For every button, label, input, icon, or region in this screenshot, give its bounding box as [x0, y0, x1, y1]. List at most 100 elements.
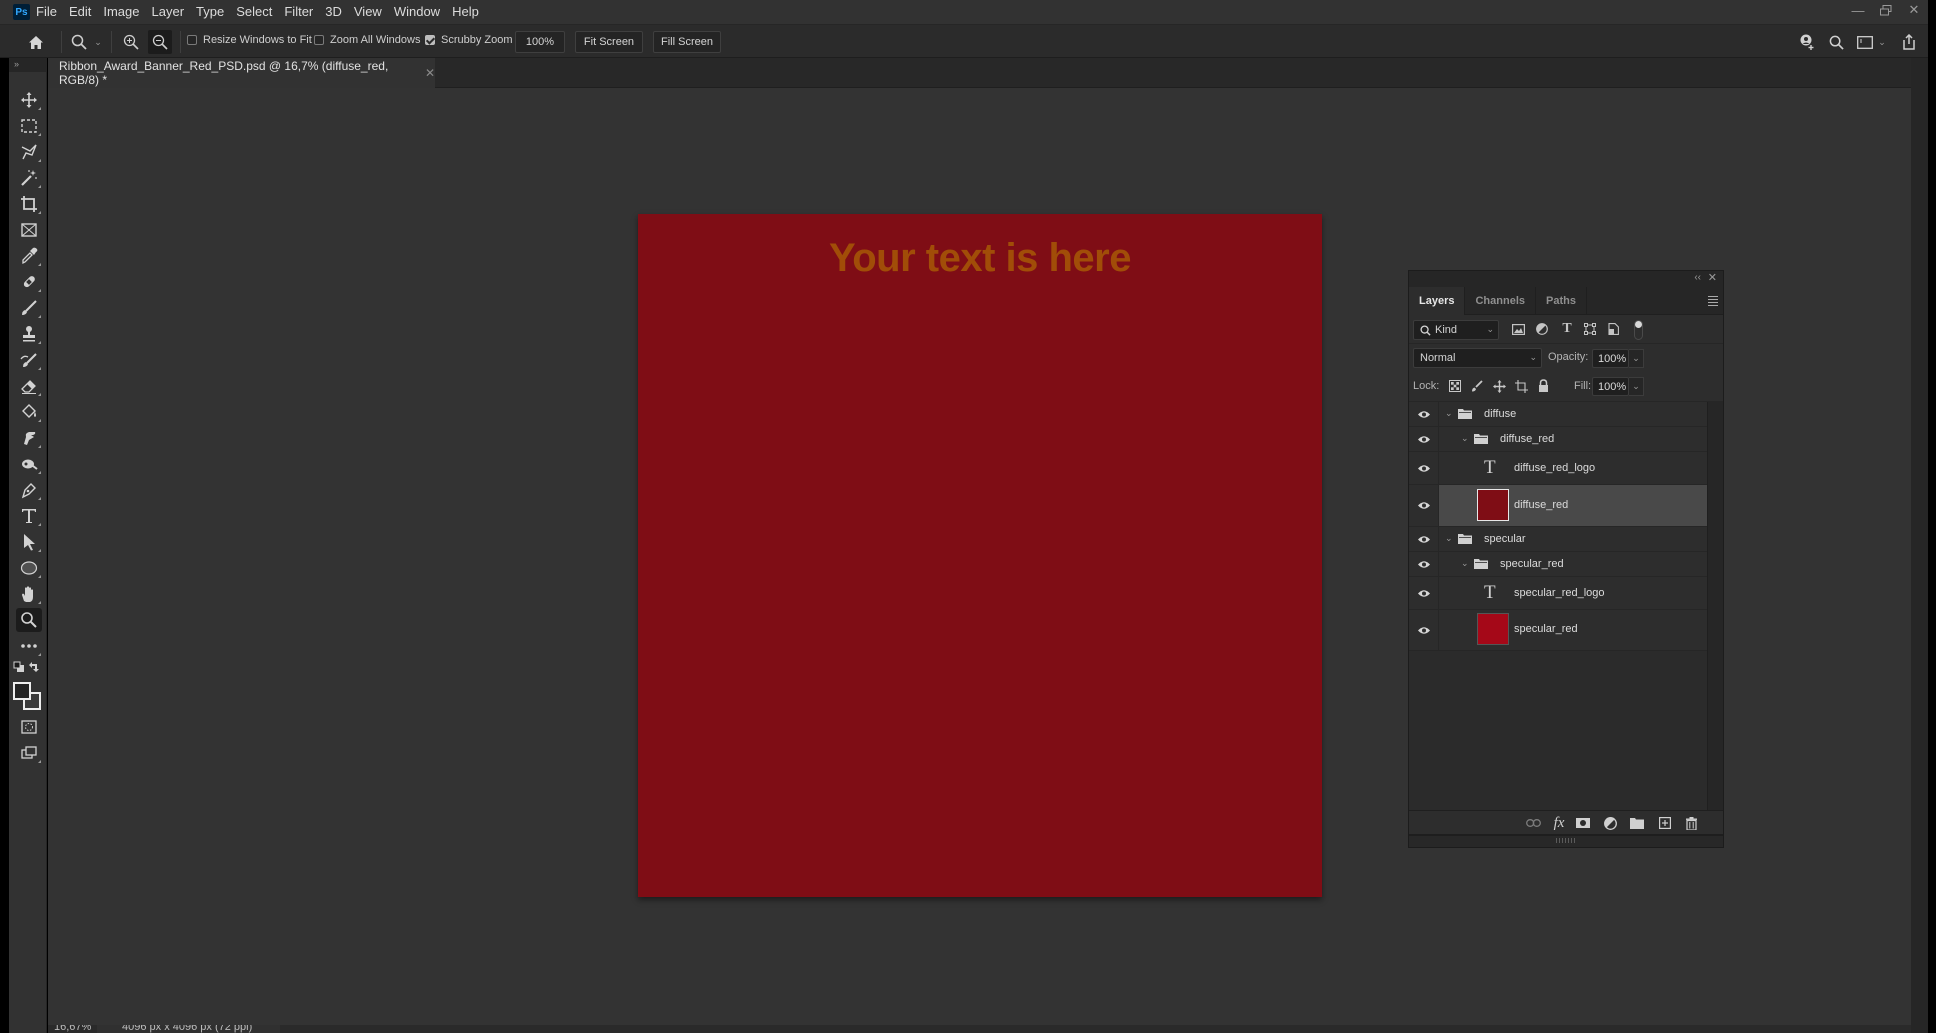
layer-row-pixel[interactable]: specular_red — [1409, 610, 1707, 651]
type-tool-icon[interactable] — [16, 504, 42, 528]
visibility-eye-icon[interactable] — [1409, 402, 1439, 426]
pen-icon[interactable] — [16, 478, 42, 502]
zoom-out-icon[interactable] — [148, 30, 172, 54]
panel-resize-grip[interactable] — [1409, 834, 1723, 847]
new-group-icon[interactable] — [1629, 815, 1645, 831]
polygonal-lasso-icon[interactable] — [16, 140, 42, 164]
path-selection-icon[interactable] — [16, 530, 42, 554]
visibility-eye-icon[interactable] — [1409, 527, 1439, 551]
menu-help[interactable]: Help — [446, 0, 485, 24]
tools-panel-collapse-icon[interactable]: » — [9, 58, 46, 72]
filter-pixel-icon[interactable] — [1510, 321, 1526, 337]
layer-row-group[interactable]: ⌄ specular_red — [1409, 552, 1707, 577]
menu-type[interactable]: Type — [190, 0, 230, 24]
filter-shape-icon[interactable] — [1582, 321, 1598, 337]
minimize-icon[interactable]: — — [1844, 0, 1872, 20]
fill-input[interactable]: 100% — [1592, 377, 1629, 396]
zoom-tool-icon[interactable] — [16, 608, 42, 632]
visibility-eye-icon[interactable] — [1409, 610, 1439, 650]
lock-all-icon[interactable] — [1536, 378, 1550, 392]
hand-tool-icon[interactable] — [16, 582, 42, 606]
dodge-icon[interactable] — [16, 452, 42, 476]
crop-icon[interactable] — [16, 192, 42, 216]
layer-row-text[interactable]: T specular_red_logo — [1409, 577, 1707, 610]
new-layer-icon[interactable] — [1657, 815, 1673, 831]
collapse-panel-icon[interactable]: ‹‹ — [1694, 272, 1701, 283]
expand-chevron-icon[interactable]: ⌄ — [1461, 558, 1469, 569]
share-icon[interactable] — [1900, 30, 1918, 54]
menu-edit[interactable]: Edit — [63, 0, 97, 24]
menu-view[interactable]: View — [348, 0, 388, 24]
lock-artboard-icon[interactable] — [1514, 379, 1528, 393]
zoom-100-button[interactable]: 100% — [515, 31, 565, 53]
fx-icon[interactable]: fx — [1551, 815, 1567, 831]
menu-window[interactable]: Window — [388, 0, 446, 24]
menu-select[interactable]: Select — [230, 0, 278, 24]
close-tab-icon[interactable]: ✕ — [425, 66, 435, 80]
menu-filter[interactable]: Filter — [278, 0, 319, 24]
lock-position-icon[interactable] — [1492, 379, 1506, 393]
frame-tool-icon[interactable] — [16, 218, 42, 242]
resize-windows-checkbox[interactable]: Resize Windows to Fit — [187, 34, 312, 46]
magic-wand-icon[interactable] — [16, 166, 42, 190]
lock-transparent-pixels-icon[interactable] — [1448, 379, 1462, 393]
brush-icon[interactable] — [16, 296, 42, 320]
layer-thumbnail[interactable] — [1477, 489, 1509, 521]
fill-screen-button[interactable]: Fill Screen — [653, 31, 721, 53]
eyedropper-icon[interactable] — [16, 244, 42, 268]
workspace-icon[interactable] — [1856, 30, 1874, 54]
rectangular-marquee-icon[interactable] — [16, 114, 42, 138]
default-colors-icon[interactable] — [13, 661, 25, 673]
expand-chevron-icon[interactable]: ⌄ — [1445, 533, 1453, 544]
clone-stamp-icon[interactable] — [16, 322, 42, 346]
close-icon[interactable]: ✕ — [1900, 0, 1928, 20]
checkbox-box[interactable] — [425, 35, 435, 45]
menu-layer[interactable]: Layer — [146, 0, 191, 24]
layer-row-group[interactable]: ⌄ diffuse_red — [1409, 427, 1707, 452]
panel-titlebar[interactable]: ‹‹ ✕ — [1409, 271, 1723, 287]
checkbox-box[interactable] — [314, 35, 324, 45]
tool-preset-chevron-icon[interactable]: ⌄ — [92, 30, 104, 54]
tab-channels[interactable]: Channels — [1465, 287, 1536, 315]
menu-image[interactable]: Image — [97, 0, 145, 24]
status-doc-info[interactable]: 4096 px x 4096 px (72 ppi) — [97, 1025, 280, 1033]
opacity-input[interactable]: 100% — [1592, 349, 1629, 368]
layer-thumbnail[interactable] — [1477, 613, 1509, 645]
visibility-eye-icon[interactable] — [1409, 577, 1439, 609]
swap-colors-icon[interactable] — [28, 661, 40, 673]
zoom-in-icon[interactable] — [120, 30, 142, 54]
fit-screen-button[interactable]: Fit Screen — [575, 31, 643, 53]
status-zoom-level[interactable]: 16,67% — [54, 1025, 91, 1033]
blend-mode-select[interactable]: Normal ⌄ — [1413, 348, 1542, 368]
visibility-eye-icon[interactable] — [1409, 485, 1439, 526]
scrubby-zoom-checkbox[interactable]: Scrubby Zoom — [425, 34, 513, 46]
expand-chevron-icon[interactable]: ⌄ — [1445, 408, 1453, 419]
visibility-eye-icon[interactable] — [1409, 452, 1439, 484]
home-icon[interactable] — [26, 30, 46, 54]
history-brush-icon[interactable] — [16, 348, 42, 372]
foreground-color-swatch[interactable] — [13, 682, 31, 700]
layer-row-group[interactable]: ⌄ specular — [1409, 527, 1707, 552]
filter-adjustment-icon[interactable] — [1534, 321, 1550, 337]
zoom-tool-icon[interactable] — [69, 30, 89, 54]
adjustment-layer-icon[interactable] — [1602, 815, 1618, 831]
tab-paths[interactable]: Paths — [1536, 287, 1587, 315]
filter-toggle[interactable] — [1634, 320, 1643, 340]
close-panel-icon[interactable]: ✕ — [1708, 271, 1717, 284]
filter-type-icon[interactable]: T — [1559, 321, 1575, 337]
eraser-icon[interactable] — [16, 374, 42, 398]
restore-icon[interactable] — [1872, 0, 1900, 20]
layer-row-group[interactable]: ⌄ diffuse — [1409, 402, 1707, 427]
delete-layer-icon[interactable] — [1683, 815, 1699, 831]
more-tools-icon[interactable] — [16, 634, 42, 658]
opacity-dropdown-icon[interactable]: ⌄ — [1629, 349, 1644, 368]
zoom-all-windows-checkbox[interactable]: Zoom All Windows — [314, 34, 420, 46]
document-tab[interactable]: Ribbon_Award_Banner_Red_PSD.psd @ 16,7% … — [48, 58, 435, 88]
layer-row-selected[interactable]: diffuse_red — [1409, 485, 1707, 527]
paint-bucket-icon[interactable] — [16, 400, 42, 424]
visibility-eye-icon[interactable] — [1409, 427, 1439, 451]
checkbox-box[interactable] — [187, 35, 197, 45]
share-user-icon[interactable] — [1797, 30, 1817, 54]
layer-row-text[interactable]: T diffuse_red_logo — [1409, 452, 1707, 485]
panel-menu-icon[interactable] — [1708, 296, 1718, 308]
